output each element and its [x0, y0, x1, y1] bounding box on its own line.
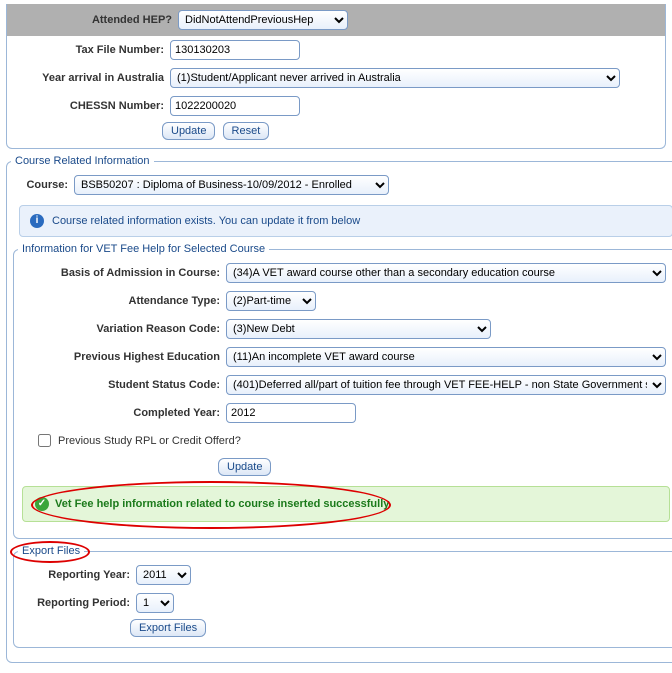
course-info-text: Course related information exists. You c… [52, 215, 360, 227]
reporting-year-select[interactable]: 2011 [136, 565, 191, 585]
student-status-select[interactable]: (401)Deferred all/part of tuition fee th… [226, 375, 666, 395]
rpl-checkbox-label: Previous Study RPL or Credit Offerd? [58, 435, 241, 447]
completed-year-label: Completed Year: [26, 407, 226, 419]
course-related-legend: Course Related Information [11, 155, 154, 167]
reporting-period-select[interactable]: 1 [136, 593, 174, 613]
attendance-type-label: Attendance Type: [26, 295, 226, 307]
export-files-button[interactable]: Export Files [130, 619, 206, 637]
reporting-year-label: Reporting Year: [26, 569, 136, 581]
course-info-bar: i Course related information exists. You… [19, 205, 672, 237]
export-files-legend: Export Files [18, 545, 84, 557]
vet-update-button[interactable]: Update [218, 458, 271, 476]
vet-fee-help-fieldset: Information for VET Fee Help for Selecte… [13, 243, 672, 539]
update-button[interactable]: Update [162, 122, 215, 140]
rpl-checkbox[interactable] [38, 434, 51, 447]
export-files-fieldset: Export Files Reporting Year: 2011 Report… [13, 545, 672, 648]
basis-admission-label: Basis of Admission in Course: [26, 267, 226, 279]
prev-highest-ed-label: Previous Highest Education [26, 351, 226, 363]
year-arrival-label: Year arrival in Australia [15, 72, 170, 84]
prev-highest-ed-select[interactable]: (11)An incomplete VET award course [226, 347, 666, 367]
chessn-input[interactable] [170, 96, 300, 116]
check-icon: ✓ [35, 497, 49, 511]
vet-fee-help-legend: Information for VET Fee Help for Selecte… [18, 243, 269, 255]
variation-reason-label: Variation Reason Code: [26, 323, 226, 335]
tfn-label: Tax File Number: [15, 44, 170, 56]
course-select[interactable]: BSB50207 : Diploma of Business-10/09/201… [74, 175, 389, 195]
success-bar: ✓ Vet Fee help information related to co… [22, 486, 670, 522]
chessn-label: CHESSN Number: [15, 100, 170, 112]
attended-hep-label: Attended HEP? [23, 14, 178, 26]
variation-reason-select[interactable]: (3)New Debt [226, 319, 491, 339]
year-arrival-select[interactable]: (1)Student/Applicant never arrived in Au… [170, 68, 620, 88]
tfn-input[interactable] [170, 40, 300, 60]
reset-button[interactable]: Reset [223, 122, 270, 140]
reporting-period-label: Reporting Period: [26, 597, 136, 609]
completed-year-input[interactable] [226, 403, 356, 423]
basis-admission-select[interactable]: (34)A VET award course other than a seco… [226, 263, 666, 283]
attended-hep-select[interactable]: DidNotAttendPreviousHep [178, 10, 348, 30]
course-related-fieldset: Course Related Information Course: BSB50… [6, 155, 672, 663]
success-text: Vet Fee help information related to cour… [55, 498, 389, 510]
student-status-label: Student Status Code: [26, 379, 226, 391]
info-icon: i [30, 214, 44, 228]
course-label: Course: [19, 179, 74, 191]
attendance-type-select[interactable]: (2)Part-time [226, 291, 316, 311]
